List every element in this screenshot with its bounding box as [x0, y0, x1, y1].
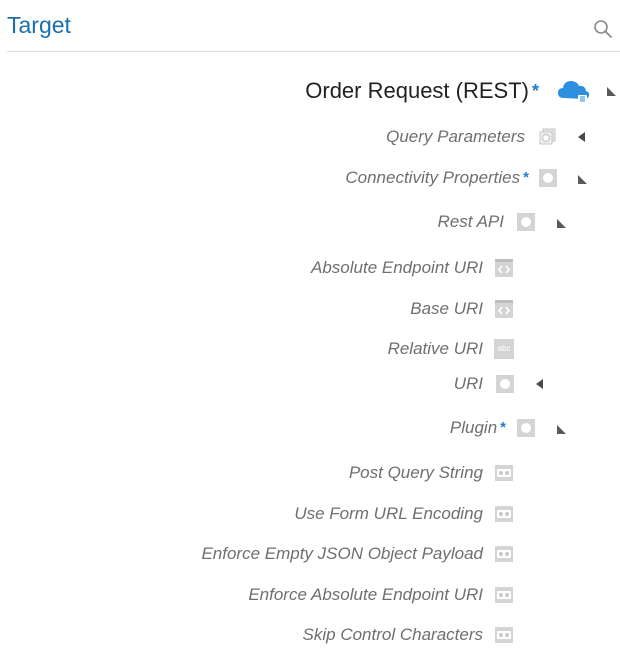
text-abc-icon: abc [494, 339, 514, 359]
boolean-toggle-icon [495, 627, 513, 643]
triangle-expanded-icon[interactable] [604, 84, 618, 98]
boolean-toggle-icon [495, 587, 513, 603]
tree-node-connectivity-properties[interactable]: Connectivity Properties * [0, 163, 620, 193]
tree-node-rest-api[interactable]: Rest API [0, 207, 620, 237]
boolean-toggle-icon [495, 506, 513, 522]
triangle-collapsed-icon[interactable] [532, 377, 546, 391]
collection-icon [539, 128, 556, 145]
element-icon [517, 213, 535, 231]
element-icon [517, 419, 535, 437]
search-icon[interactable] [592, 18, 614, 40]
triangle-collapsed-icon[interactable] [574, 130, 588, 144]
node-label: Enforce Empty JSON Object Payload [201, 544, 483, 563]
tree-node-skip-control-characters[interactable]: Skip Control Characters [0, 620, 620, 650]
panel-title: Target [7, 12, 71, 38]
tree-node-enforce-empty-json-object-payload[interactable]: Enforce Empty JSON Object Payload [0, 539, 620, 569]
tree-node-absolute-endpoint-uri[interactable]: Absolute Endpoint URI [0, 253, 620, 283]
uri-code-icon [495, 300, 513, 318]
node-label: Absolute Endpoint URI [311, 258, 483, 277]
node-label: Plugin [449, 418, 498, 437]
node-label: Connectivity Properties [345, 168, 521, 187]
tree-node-order-request[interactable]: Order Request (REST) * [0, 75, 620, 107]
element-icon [496, 375, 514, 393]
node-label: URI [453, 374, 483, 393]
node-label: Query Parameters [386, 127, 525, 146]
node-label: Use Form URL Encoding [294, 504, 483, 523]
boolean-toggle-icon [495, 465, 513, 481]
triangle-expanded-icon[interactable] [554, 216, 568, 230]
triangle-expanded-icon[interactable] [554, 422, 568, 436]
rest-cloud-icon [558, 81, 590, 103]
element-icon [539, 169, 557, 187]
header-divider [7, 51, 620, 52]
tree-node-plugin[interactable]: Plugin * [0, 413, 620, 443]
target-panel-header: Target [0, 0, 620, 52]
required-marker: * [523, 169, 529, 186]
node-label: Enforce Absolute Endpoint URI [248, 585, 483, 604]
required-marker: * [500, 419, 506, 436]
node-label: Skip Control Characters [302, 625, 483, 644]
uri-code-icon [495, 259, 513, 277]
boolean-toggle-icon [495, 546, 513, 562]
node-label: Base URI [410, 299, 483, 318]
tree-node-enforce-absolute-endpoint-uri[interactable]: Enforce Absolute Endpoint URI [0, 580, 620, 610]
required-marker: * [531, 81, 539, 101]
node-label: Post Query String [348, 463, 483, 482]
node-label: Rest API [437, 212, 504, 231]
tree-node-uri[interactable]: URI [0, 369, 620, 399]
tree-node-query-parameters[interactable]: Query Parameters [0, 122, 620, 152]
tree-node-post-query-string[interactable]: Post Query String [0, 458, 620, 488]
tree-node-base-uri[interactable]: Base URI [0, 294, 620, 324]
triangle-expanded-icon[interactable] [575, 172, 589, 186]
node-label: Relative URI [387, 339, 483, 358]
node-label: Order Request (REST) [305, 78, 529, 103]
tree-node-use-form-url-encoding[interactable]: Use Form URL Encoding [0, 499, 620, 529]
tree-node-relative-uri[interactable]: Relative URI abc [0, 334, 620, 364]
